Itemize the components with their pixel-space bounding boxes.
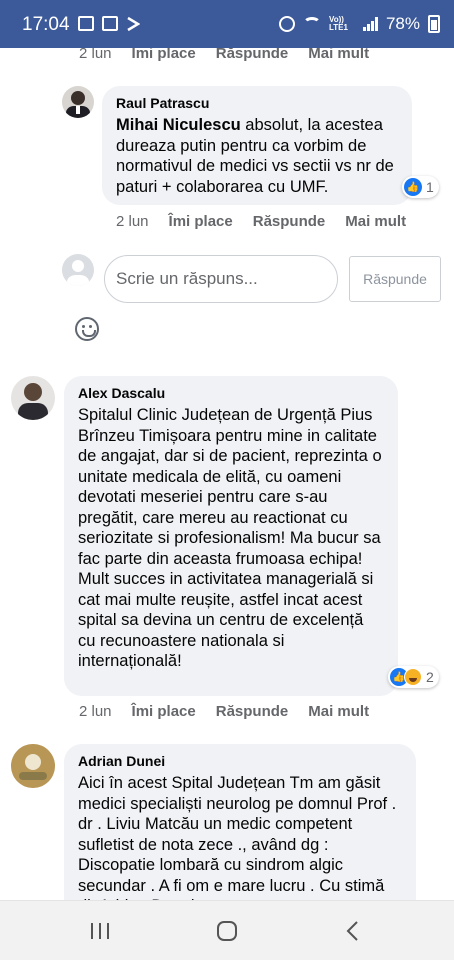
battery-icon xyxy=(428,15,440,33)
network-label: Vo)) LTE1 xyxy=(328,15,348,32)
comment-author[interactable]: Alex Dascalu xyxy=(78,385,384,401)
like-reaction-icon: 👍 xyxy=(404,178,422,196)
comment-text: Mihai Niculescu absolut, la acestea dure… xyxy=(116,116,394,196)
status-time: 17:04 xyxy=(22,14,70,35)
reply-button[interactable]: Răspunde xyxy=(216,48,289,62)
comment-bubble[interactable]: Alex Dascalu Spitalul Clinic Județean de… xyxy=(64,376,398,696)
reaction-summary[interactable]: 👍 1 xyxy=(402,176,439,198)
comment-time: 2 lun xyxy=(79,703,112,720)
comment-bubble[interactable]: Raul Patrascu Mihai Niculescu absolut, l… xyxy=(102,86,412,205)
comments-feed[interactable]: 2 lun Îmi place Răspunde Mai mult Raul P… xyxy=(0,48,454,900)
alarm-icon xyxy=(278,16,295,32)
user-avatar xyxy=(62,254,94,286)
like-button[interactable]: Îmi place xyxy=(132,703,196,720)
image-icon xyxy=(78,16,94,31)
battery-percent: 78% xyxy=(385,14,420,33)
wifi-icon xyxy=(302,17,321,31)
comment-author[interactable]: Adrian Dunei xyxy=(78,753,402,769)
more-button[interactable]: Mai mult xyxy=(308,48,369,62)
emoji-icon[interactable] xyxy=(75,317,99,341)
back-icon[interactable] xyxy=(342,919,366,943)
avatar[interactable] xyxy=(11,376,55,420)
like-button[interactable]: Îmi place xyxy=(169,213,233,230)
reply-submit-button[interactable]: Răspunde xyxy=(349,256,441,302)
check-icon xyxy=(127,16,140,32)
like-button[interactable]: Îmi place xyxy=(132,48,196,62)
reaction-count: 1 xyxy=(426,179,434,195)
more-button[interactable]: Mai mult xyxy=(345,213,406,230)
home-icon[interactable] xyxy=(215,919,239,943)
more-button[interactable]: Mai mult xyxy=(308,703,369,720)
system-navigation-bar xyxy=(0,900,454,960)
haha-reaction-icon xyxy=(404,668,422,686)
status-bar: 17:04 Vo)) LTE1 78% xyxy=(0,0,454,48)
comment-actions: 2 lun Îmi place Răspunde Mai mult xyxy=(79,703,389,720)
reaction-count: 2 xyxy=(426,669,434,685)
reply-button[interactable]: Răspunde xyxy=(216,703,289,720)
reply-input[interactable]: Scrie un răspuns... xyxy=(104,255,338,303)
reaction-summary[interactable]: 👍 2 xyxy=(388,666,439,688)
comment-text: Spitalul Clinic Județean de Urgență Pius… xyxy=(78,406,382,670)
comment-actions: 2 lun Îmi place Răspunde Mai mult xyxy=(79,48,389,62)
comment-text: Aici în acest Spital Județean Tm am găsi… xyxy=(78,774,397,900)
reply-button[interactable]: Răspunde xyxy=(253,213,326,230)
comment-author[interactable]: Raul Patrascu xyxy=(116,95,398,111)
comment-actions: 2 lun Îmi place Răspunde Mai mult xyxy=(116,213,426,230)
comment-time: 2 lun xyxy=(116,213,149,230)
comment-bubble[interactable]: Adrian Dunei Aici în acest Spital Județe… xyxy=(64,744,416,900)
gallery-icon xyxy=(102,16,118,31)
comment-time: 2 lun xyxy=(79,48,112,62)
signal-icon xyxy=(362,17,378,31)
recent-apps-icon[interactable] xyxy=(88,919,112,943)
avatar[interactable] xyxy=(11,744,55,788)
mention-link[interactable]: Mihai Niculescu xyxy=(116,116,241,134)
avatar[interactable] xyxy=(62,86,94,118)
